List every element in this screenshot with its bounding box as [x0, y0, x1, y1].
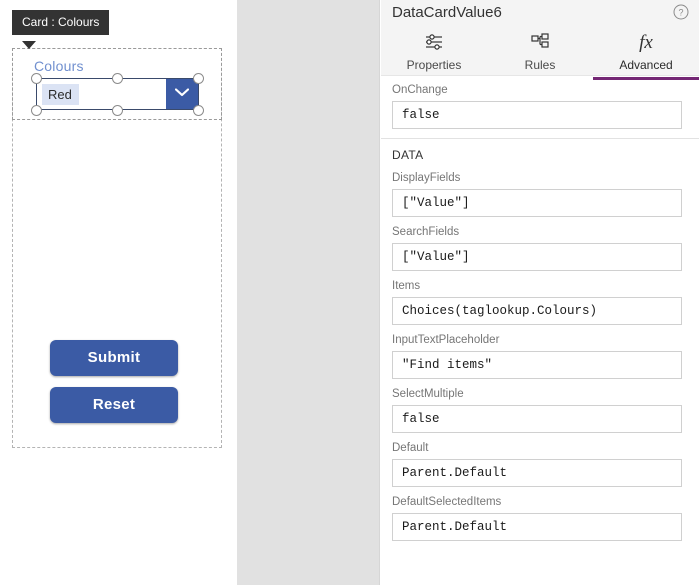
panel-tabs: Properties Rules fx Advanced	[381, 28, 699, 80]
resize-handle-bottom-left[interactable]	[31, 105, 42, 116]
property-label: DefaultSelectedItems	[392, 496, 502, 508]
property-label: SearchFields	[392, 226, 460, 238]
resize-handle-top-right[interactable]	[193, 73, 204, 84]
property-items: Items Choices(taglookup.Colours)	[392, 280, 688, 325]
hierarchy-icon	[487, 32, 593, 54]
tab-properties[interactable]: Properties	[381, 28, 487, 76]
tab-advanced-label: Advanced	[619, 58, 673, 72]
tab-rules-label: Rules	[524, 58, 556, 72]
property-default: Default Parent.Default	[392, 442, 688, 487]
property-value-input[interactable]: ["Value"]	[392, 243, 682, 271]
question-circle-icon[interactable]: ?	[673, 4, 689, 20]
property-label: Default	[392, 442, 429, 454]
reset-button[interactable]: Reset	[50, 387, 178, 423]
submit-button[interactable]: Submit	[50, 340, 178, 376]
property-value-input[interactable]: Parent.Default	[392, 513, 682, 541]
property-defaultselecteditems: DefaultSelectedItems Parent.Default	[392, 496, 688, 541]
property-displayfields: DisplayFields ["Value"]	[392, 172, 688, 217]
sliders-icon	[381, 32, 487, 54]
property-label: DisplayFields	[392, 172, 461, 184]
combobox-selected-chip[interactable]: Red	[42, 84, 79, 105]
resize-handle-bottom-right[interactable]	[193, 105, 204, 116]
property-searchfields: SearchFields ["Value"]	[392, 226, 688, 271]
canvas-gutter	[237, 0, 380, 585]
property-label: Items	[392, 280, 421, 292]
property-onchange: OnChange false	[392, 84, 688, 129]
section-title-data: DATA	[392, 148, 424, 162]
app-root: Colours Red Submit Reset Card : Colours …	[0, 0, 699, 585]
property-value-input[interactable]: Choices(taglookup.Colours)	[392, 297, 682, 325]
property-value-input[interactable]: "Find items"	[392, 351, 682, 379]
property-label: InputTextPlaceholder	[392, 334, 500, 346]
tab-properties-label: Properties	[406, 58, 462, 72]
card-tooltip-arrow	[22, 41, 36, 49]
resize-handle-bottom-center[interactable]	[112, 105, 123, 116]
panel-header: DataCardValue6 ? Properties Rules fx Adv…	[381, 0, 699, 80]
property-selectmultiple: SelectMultiple false	[392, 388, 688, 433]
property-inputtextplaceholder: InputTextPlaceholder "Find items"	[392, 334, 688, 379]
resize-handle-top-center[interactable]	[112, 73, 123, 84]
resize-handle-top-left[interactable]	[31, 73, 42, 84]
tab-rules[interactable]: Rules	[487, 28, 593, 76]
card-tooltip: Card : Colours	[12, 10, 110, 35]
property-value-input[interactable]: false	[392, 101, 682, 129]
tab-advanced[interactable]: fx Advanced	[593, 28, 699, 80]
property-value-input[interactable]: Parent.Default	[392, 459, 682, 487]
fx-icon: fx	[639, 32, 653, 53]
property-value-input[interactable]: ["Value"]	[392, 189, 682, 217]
property-value-input[interactable]: false	[392, 405, 682, 433]
property-label: SelectMultiple	[392, 388, 464, 400]
svg-text:?: ?	[678, 8, 683, 18]
property-list: OnChange false DATA DisplayFields ["Valu…	[381, 84, 699, 550]
chevron-down-icon[interactable]	[166, 79, 198, 109]
app-canvas: Colours Red Submit Reset Card : Colours	[0, 0, 237, 585]
datacard-field-label: Colours	[34, 58, 84, 74]
panel-title: DataCardValue6	[392, 4, 502, 21]
properties-panel: DataCardValue6 ? Properties Rules fx Adv…	[381, 0, 699, 585]
property-label: OnChange	[392, 84, 448, 96]
